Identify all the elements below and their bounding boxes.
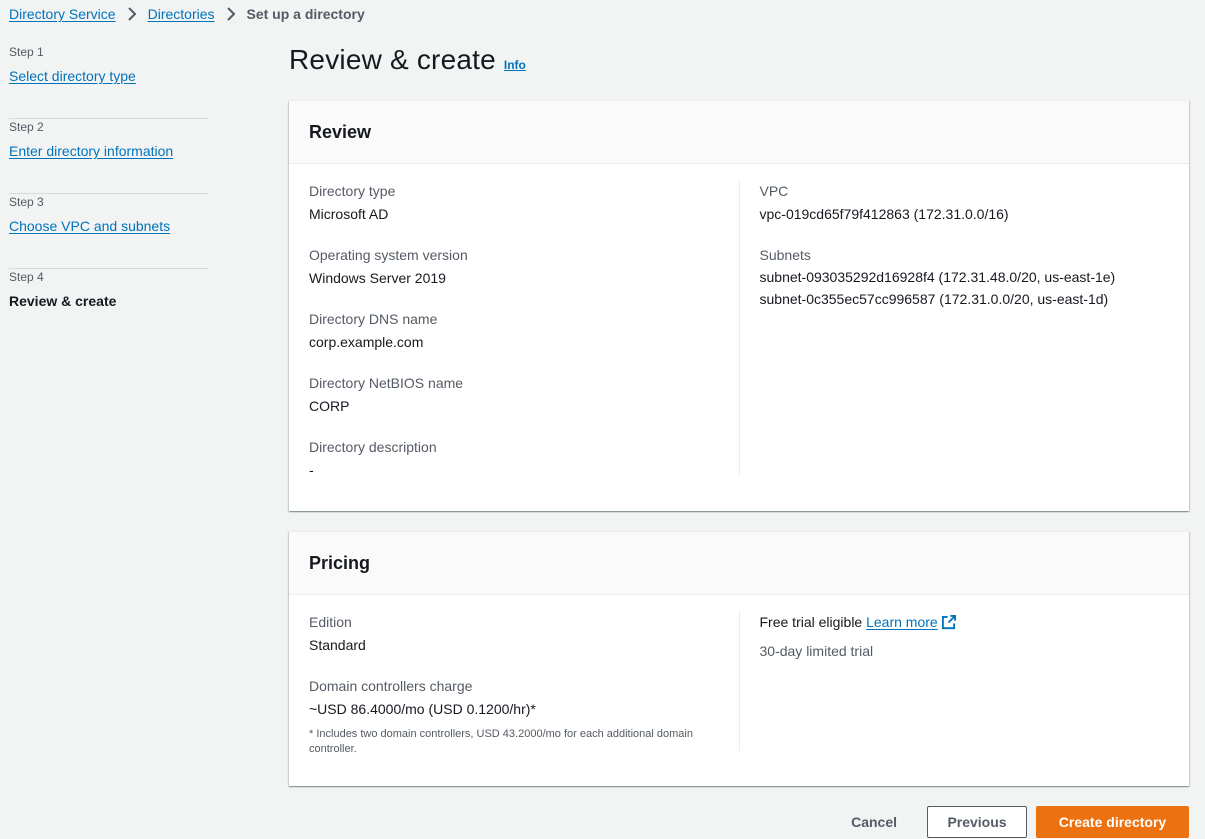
subnet-item: subnet-093035292d16928f4 (172.31.48.0/20…: [759, 269, 1116, 285]
cancel-button[interactable]: Cancel: [851, 806, 897, 838]
trial-detail: 30-day limited trial: [759, 643, 874, 659]
field-label: Operating system version: [309, 247, 468, 263]
wizard-steps: Step 1 Select directory type Step 2 Ente…: [9, 44, 209, 344]
field-value: -: [309, 462, 314, 478]
page-header: Review & create Info: [289, 44, 526, 76]
step-link-select-directory-type[interactable]: Select directory type: [9, 67, 136, 85]
breadcrumb: Directory Service Directories Set up a d…: [9, 5, 365, 23]
step-4: Step 4 Review & create: [9, 269, 209, 344]
step-number: Step 2: [9, 120, 44, 134]
field-value: ~USD 86.4000/mo (USD 0.1200/hr)*: [309, 701, 536, 717]
create-directory-button[interactable]: Create directory: [1036, 806, 1189, 838]
netbios-name-field: Directory NetBIOS name CORP: [309, 372, 719, 418]
free-trial-field: Free trial eligible Learn more 30-day li…: [760, 611, 1170, 662]
field-value: corp.example.com: [309, 334, 424, 350]
free-trial-row: Free trial eligible Learn more: [760, 611, 1170, 636]
review-left-column: Directory type Microsoft AD Operating sy…: [309, 180, 740, 478]
step-link-choose-vpc-and-subnets[interactable]: Choose VPC and subnets: [9, 217, 170, 235]
step-number: Step 4: [9, 270, 44, 284]
step-1: Step 1 Select directory type: [9, 44, 209, 119]
field-value: CORP: [309, 398, 350, 414]
field-label: Directory description: [309, 439, 437, 455]
breadcrumb-directories[interactable]: Directories: [148, 6, 215, 22]
vpc-field: VPC vpc-019cd65f79f412863 (172.31.0.0/16…: [760, 180, 1170, 226]
breadcrumb-current: Set up a directory: [246, 6, 365, 22]
learn-more-link[interactable]: Learn more: [866, 614, 938, 630]
pricing-panel-header: Pricing: [289, 532, 1189, 595]
field-label: Directory type: [309, 183, 396, 199]
chevron-right-icon: [215, 5, 247, 23]
form-actions: Cancel Previous Create directory: [851, 806, 1189, 838]
step-link-enter-directory-information[interactable]: Enter directory information: [9, 142, 173, 160]
pricing-right-column: Free trial eligible Learn more 30-day li…: [740, 611, 1170, 751]
field-label: Domain controllers charge: [309, 678, 473, 694]
review-panel-body: Directory type Microsoft AD Operating sy…: [289, 164, 1189, 494]
field-label: Edition: [309, 614, 352, 630]
step-3: Step 3 Choose VPC and subnets: [9, 194, 209, 269]
review-panel: Review Directory type Microsoft AD Opera…: [289, 100, 1189, 511]
subnet-item: subnet-0c355ec57cc996587 (172.31.0.0/20,…: [759, 291, 1109, 307]
pricing-panel-body: Edition Standard Domain controllers char…: [289, 595, 1189, 769]
directory-type-field: Directory type Microsoft AD: [309, 180, 719, 226]
field-label: Directory DNS name: [309, 311, 438, 327]
charge-footnote: * Includes two domain controllers, USD 4…: [309, 728, 693, 755]
field-value: Standard: [309, 637, 366, 653]
step-current-review-create: Review & create: [9, 293, 117, 309]
directory-description-field: Directory description -: [309, 436, 719, 482]
field-value: vpc-019cd65f79f412863 (172.31.0.0/16): [759, 206, 1009, 222]
field-label: Subnets: [759, 247, 811, 263]
field-label: VPC: [759, 183, 789, 199]
field-value: Windows Server 2019: [309, 270, 446, 286]
previous-button[interactable]: Previous: [927, 806, 1027, 838]
review-panel-title: Review: [309, 122, 372, 142]
page-title: Review & create: [289, 44, 496, 75]
subnets-field: Subnets subnet-093035292d16928f4 (172.31…: [760, 244, 1170, 310]
external-link-icon[interactable]: [941, 614, 956, 636]
os-version-field: Operating system version Windows Server …: [309, 244, 719, 290]
review-panel-header: Review: [289, 101, 1189, 164]
pricing-left-column: Edition Standard Domain controllers char…: [309, 611, 740, 755]
pricing-panel-title: Pricing: [309, 553, 371, 573]
field-label: Directory NetBIOS name: [309, 375, 464, 391]
breadcrumb-directory-service[interactable]: Directory Service: [9, 6, 116, 22]
pricing-panel: Pricing Edition Standard Domain controll…: [289, 531, 1189, 786]
edition-field: Edition Standard: [309, 611, 719, 657]
step-number: Step 1: [9, 45, 44, 59]
dns-name-field: Directory DNS name corp.example.com: [309, 308, 719, 354]
free-trial-label: Free trial eligible: [759, 614, 863, 630]
info-link[interactable]: Info: [504, 58, 526, 72]
chevron-right-icon: [116, 5, 148, 23]
review-right-column: VPC vpc-019cd65f79f412863 (172.31.0.0/16…: [740, 180, 1170, 476]
field-value: Microsoft AD: [309, 206, 389, 222]
step-2: Step 2 Enter directory information: [9, 119, 209, 194]
domain-controllers-charge-field: Domain controllers charge ~USD 86.4000/m…: [309, 675, 719, 757]
step-number: Step 3: [9, 195, 44, 209]
